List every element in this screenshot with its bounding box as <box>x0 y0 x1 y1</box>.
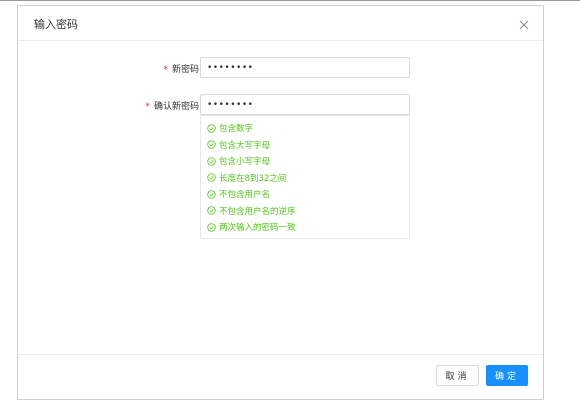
rule-text: 包含小写字母 <box>219 157 271 167</box>
rule-text: 不包含用户名 <box>219 190 271 200</box>
new-password-row: * 新密码： <box>18 57 543 79</box>
close-icon[interactable] <box>517 18 531 32</box>
rule-item: 两次输入的密码一致 <box>207 220 296 234</box>
confirm-password-row: * 确认新密码： <box>18 94 543 116</box>
rule-item: 长度在8到32之间 <box>207 171 286 185</box>
ok-button[interactable]: 确定 <box>486 365 528 386</box>
dialog-header: 输入密码 <box>18 6 543 41</box>
dialog-footer: 取消 确定 <box>18 354 543 399</box>
check-circle-icon <box>207 156 216 166</box>
rule-item: 不包含用户名 <box>207 187 270 201</box>
check-circle-icon <box>207 173 216 182</box>
rule-text: 两次输入的密码一致 <box>219 223 296 233</box>
rule-item: 包含小写字母 <box>207 154 270 168</box>
dialog-title: 输入密码 <box>34 18 78 31</box>
password-dialog: 输入密码 *新密码： *确认新密码： 包含数字 包含大写字母 包含小写字母 <box>17 5 544 400</box>
new-password-input[interactable] <box>200 57 410 78</box>
required-mark: * <box>163 65 168 75</box>
rule-text: 不包含用户名的逆序 <box>219 206 296 217</box>
confirm-password-label: * 确认新密码： <box>145 99 208 112</box>
rule-text: 包含数字 <box>219 124 254 134</box>
check-circle-icon <box>207 222 216 232</box>
rule-text: 包含大写字母 <box>219 140 271 151</box>
rule-item: 包含数字 <box>207 121 253 135</box>
cancel-button[interactable]: 取消 <box>436 365 479 386</box>
rule-item: 包含大写字母 <box>207 138 270 152</box>
required-mark: * <box>145 102 150 112</box>
check-circle-icon <box>207 189 216 199</box>
check-circle-icon <box>207 123 216 133</box>
confirm-password-input[interactable] <box>200 94 410 115</box>
password-rules-panel: 包含数字 包含大写字母 包含小写字母 长度在8到32之间 不包含用户名 不包含用… <box>200 115 410 239</box>
rule-text: 长度在8到32之间 <box>219 173 287 184</box>
check-circle-icon <box>207 140 216 149</box>
check-circle-icon <box>207 206 216 215</box>
rule-item: 不包含用户名的逆序 <box>207 204 296 218</box>
